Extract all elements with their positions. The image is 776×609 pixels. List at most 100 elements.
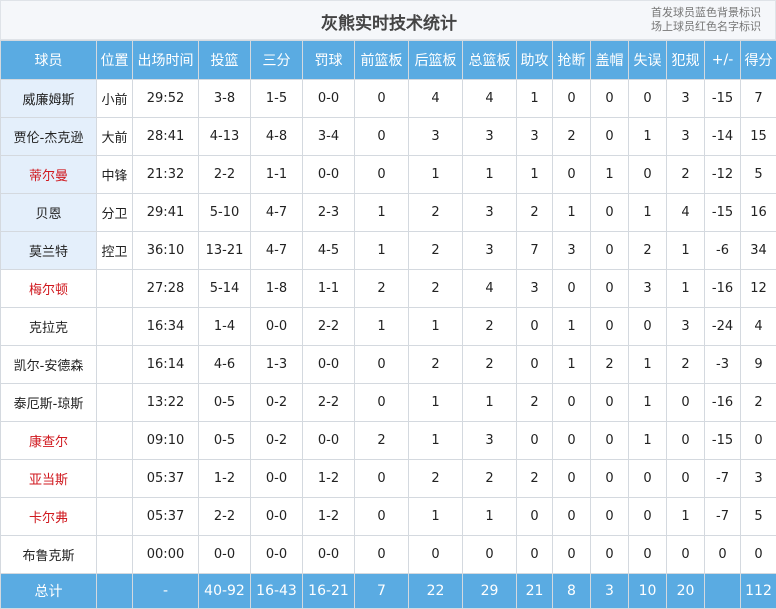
total-cell-position xyxy=(97,574,133,609)
stat-cell-fg: 3-8 xyxy=(199,80,251,118)
stat-cell-pts: 5 xyxy=(741,156,776,194)
stat-cell-tov: 1 xyxy=(629,384,667,422)
stat-cell-minutes: 28:41 xyxy=(133,118,199,156)
stat-cell-oreb: 0 xyxy=(355,80,409,118)
stat-cell-fg: 4-6 xyxy=(199,346,251,384)
stat-cell-position xyxy=(97,308,133,346)
stat-cell-ft: 4-5 xyxy=(303,232,355,270)
stat-cell-pts: 9 xyxy=(741,346,776,384)
total-cell-fg: 40-92 xyxy=(199,574,251,609)
totals-row: 总计-40-9216-4316-217222921831020112 xyxy=(1,574,776,609)
stat-cell-blk: 0 xyxy=(591,118,629,156)
total-cell-reb: 29 xyxy=(463,574,517,609)
column-header-dreb[interactable]: 后篮板 xyxy=(409,41,463,80)
stat-cell-ast: 2 xyxy=(517,460,553,498)
column-header-position[interactable]: 位置 xyxy=(97,41,133,80)
stat-cell-reb: 1 xyxy=(463,156,517,194)
stat-cell-minutes: 16:34 xyxy=(133,308,199,346)
stat-cell-three: 0-0 xyxy=(251,536,303,574)
player-name-link[interactable]: 康查尔 xyxy=(1,422,97,460)
stat-cell-plusminus: -14 xyxy=(705,118,741,156)
stat-cell-ast: 0 xyxy=(517,346,553,384)
stat-cell-plusminus: -15 xyxy=(705,422,741,460)
stat-cell-ft: 2-3 xyxy=(303,194,355,232)
stat-cell-stl: 2 xyxy=(553,118,591,156)
column-header-pf[interactable]: 犯规 xyxy=(667,41,705,80)
table-row: 布鲁克斯00:000-00-00-00000000000 xyxy=(1,536,776,574)
title-bar: 灰熊实时技术统计 首发球员蓝色背景标识 场上球员红色名字标识 xyxy=(0,0,776,40)
stat-cell-oreb: 0 xyxy=(355,536,409,574)
column-header-reb[interactable]: 总篮板 xyxy=(463,41,517,80)
stat-cell-fg: 13-21 xyxy=(199,232,251,270)
stat-cell-minutes: 27:28 xyxy=(133,270,199,308)
stat-cell-reb: 0 xyxy=(463,536,517,574)
column-header-oreb[interactable]: 前篮板 xyxy=(355,41,409,80)
player-name-link[interactable]: 梅尔顿 xyxy=(1,270,97,308)
stat-cell-tov: 0 xyxy=(629,156,667,194)
stat-cell-oreb: 2 xyxy=(355,422,409,460)
column-header-tov[interactable]: 失误 xyxy=(629,41,667,80)
stat-cell-ft: 1-1 xyxy=(303,270,355,308)
stat-cell-tov: 1 xyxy=(629,118,667,156)
stat-cell-tov: 1 xyxy=(629,422,667,460)
stat-cell-three: 0-2 xyxy=(251,422,303,460)
stat-cell-stl: 0 xyxy=(553,460,591,498)
stat-cell-minutes: 13:22 xyxy=(133,384,199,422)
table-row: 蒂尔曼中锋21:322-21-10-001110102-125 xyxy=(1,156,776,194)
column-header-ast[interactable]: 助攻 xyxy=(517,41,553,80)
column-header-plusminus[interactable]: +/- xyxy=(705,41,741,80)
table-row: 泰厄斯-琼斯13:220-50-22-201120010-162 xyxy=(1,384,776,422)
column-header-player[interactable]: 球员 xyxy=(1,41,97,80)
player-name-link[interactable]: 贾伦-杰克逊 xyxy=(1,118,97,156)
column-header-fg[interactable]: 投篮 xyxy=(199,41,251,80)
stat-cell-dreb: 1 xyxy=(409,156,463,194)
player-name-link[interactable]: 亚当斯 xyxy=(1,460,97,498)
stat-cell-reb: 3 xyxy=(463,232,517,270)
stat-cell-position: 大前 xyxy=(97,118,133,156)
stat-cell-ast: 2 xyxy=(517,384,553,422)
player-name-link[interactable]: 莫兰特 xyxy=(1,232,97,270)
column-header-pts[interactable]: 得分 xyxy=(741,41,776,80)
stat-cell-position: 小前 xyxy=(97,80,133,118)
stat-cell-oreb: 0 xyxy=(355,498,409,536)
stat-cell-ft: 0-0 xyxy=(303,346,355,384)
stat-cell-position xyxy=(97,270,133,308)
column-header-minutes[interactable]: 出场时间 xyxy=(133,41,199,80)
player-name-link[interactable]: 卡尔弗 xyxy=(1,498,97,536)
stat-cell-blk: 1 xyxy=(591,156,629,194)
player-name-link[interactable]: 克拉克 xyxy=(1,308,97,346)
stat-cell-plusminus: -16 xyxy=(705,270,741,308)
stat-cell-pf: 0 xyxy=(667,384,705,422)
stat-cell-reb: 1 xyxy=(463,384,517,422)
player-name-link[interactable]: 凯尔-安德森 xyxy=(1,346,97,384)
stat-cell-reb: 2 xyxy=(463,308,517,346)
stat-cell-fg: 4-13 xyxy=(199,118,251,156)
total-cell-plusminus xyxy=(705,574,741,609)
stat-cell-blk: 0 xyxy=(591,460,629,498)
player-name-link[interactable]: 布鲁克斯 xyxy=(1,536,97,574)
player-name-link[interactable]: 威廉姆斯 xyxy=(1,80,97,118)
player-name-link[interactable]: 泰厄斯-琼斯 xyxy=(1,384,97,422)
stat-cell-fg: 0-0 xyxy=(199,536,251,574)
stat-cell-three: 0-0 xyxy=(251,498,303,536)
total-cell-ast: 21 xyxy=(517,574,553,609)
stat-cell-blk: 0 xyxy=(591,498,629,536)
column-header-blk[interactable]: 盖帽 xyxy=(591,41,629,80)
column-header-stl[interactable]: 抢断 xyxy=(553,41,591,80)
stat-cell-tov: 0 xyxy=(629,80,667,118)
stat-cell-dreb: 2 xyxy=(409,232,463,270)
stat-cell-three: 4-7 xyxy=(251,194,303,232)
stat-cell-reb: 3 xyxy=(463,422,517,460)
stat-cell-plusminus: -7 xyxy=(705,460,741,498)
player-name-link[interactable]: 蒂尔曼 xyxy=(1,156,97,194)
stat-cell-oreb: 2 xyxy=(355,270,409,308)
stat-cell-pf: 1 xyxy=(667,232,705,270)
column-header-ft[interactable]: 罚球 xyxy=(303,41,355,80)
column-header-three[interactable]: 三分 xyxy=(251,41,303,80)
player-name-link[interactable]: 贝恩 xyxy=(1,194,97,232)
stat-cell-stl: 0 xyxy=(553,270,591,308)
stat-cell-plusminus: -12 xyxy=(705,156,741,194)
stat-cell-plusminus: -24 xyxy=(705,308,741,346)
stat-cell-oreb: 0 xyxy=(355,118,409,156)
table-row: 凯尔-安德森16:144-61-30-002201212-39 xyxy=(1,346,776,384)
